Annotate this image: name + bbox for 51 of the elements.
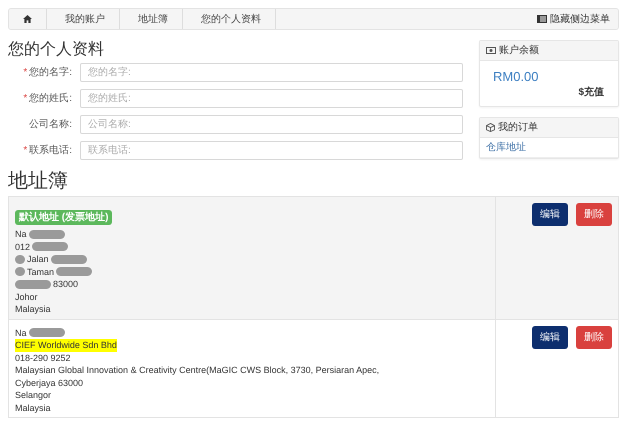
sidebar-toggle-link[interactable]: 隐藏侧边菜单 [537,12,618,26]
address-text: Taman [27,266,54,278]
required-mark: * [23,145,28,156]
edit-button[interactable]: 编辑 [532,203,568,226]
balance-amount: RM0.00 [492,68,540,85]
topup-link[interactable]: $充值 [578,87,604,98]
input-field[interactable]: 您的名字: [80,63,463,82]
field-label: 公司名称: [29,119,72,130]
required-mark: * [23,93,28,104]
home-icon [23,15,32,23]
delete-button[interactable]: 删除 [576,326,612,348]
delete-button[interactable]: 删除 [576,203,612,226]
box-icon [486,123,495,132]
redaction-mark [32,242,68,252]
default-badge: 默认地址 (发票地址) [15,210,112,225]
breadcrumb-link[interactable]: 您的个人资料 [183,9,276,29]
sidebar-icon [537,15,547,23]
address-text: 83000 [53,278,78,290]
input-field[interactable]: 您的姓氏: [80,89,463,108]
field-label: 您的名字: [29,67,72,78]
order-link[interactable]: 仓库地址 [480,138,618,158]
address-text: Selangor [15,389,52,402]
input-field[interactable]: 联系电话: [80,141,463,160]
field-label: 联系电话: [29,145,72,156]
section-title: 地址簿 [8,169,69,193]
field-label: 您的姓氏: [29,93,72,104]
address-text: Malaysian Global Innovation & Creativity Centre(MaGIC CWS Block, 3730, Persiaran Apec, [15,364,380,376]
address-text: Malaysia [15,303,51,316]
breadcrumb-link[interactable]: 地址簿 [120,9,183,29]
card-title: 我的订单 [498,120,538,135]
redaction-mark [56,267,92,276]
redaction-mark [50,254,87,264]
redaction-mark [28,230,65,239]
address-text: Na [15,228,27,240]
address-text: Johor [15,290,38,303]
page-title: 您的个人资料 [8,40,105,60]
edit-button[interactable]: 编辑 [532,326,568,348]
redaction-mark [28,328,65,338]
breadcrumb-link[interactable]: 我的账户 [47,9,120,29]
address-text: Cyberjaya 63000 [15,376,84,389]
address-text: 018-290 9252 [15,352,71,364]
address-text: Malaysia [15,402,51,414]
input-field[interactable]: 公司名称: [80,115,463,134]
redaction-mark [15,280,51,289]
card-title: 账户余额 [499,44,539,58]
address-text: Na [15,326,27,339]
money-icon [486,47,496,54]
address-text: CIEF Worldwide Sdn Bhd [15,339,117,352]
address-text: Jalan [27,253,49,266]
address-text: 012 [15,240,30,253]
required-mark: * [23,67,28,78]
